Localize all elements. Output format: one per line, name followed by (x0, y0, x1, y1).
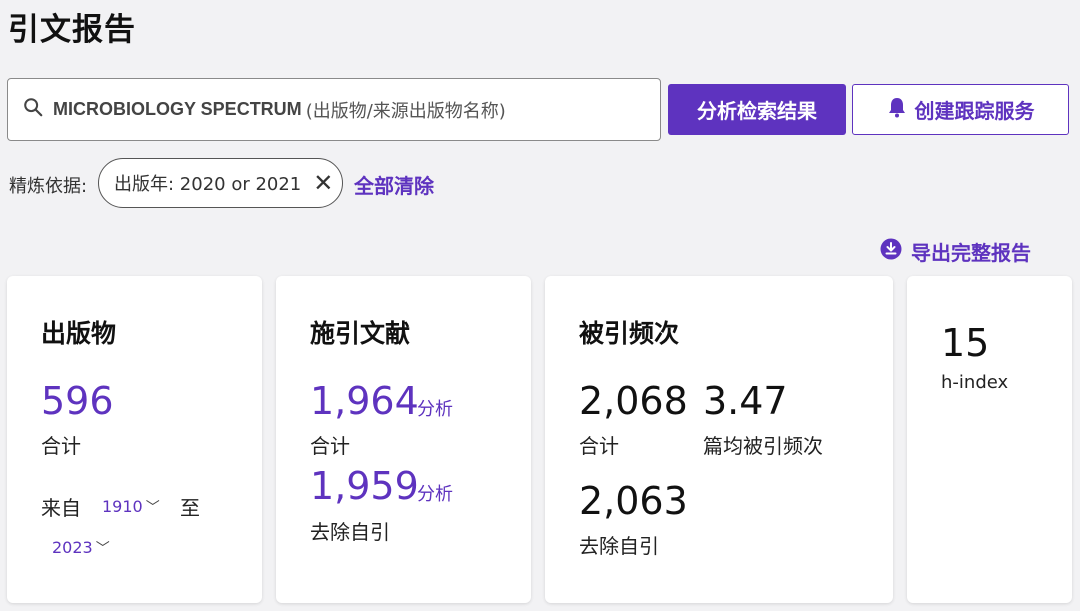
create-alert-label: 创建跟踪服务 (914, 99, 1035, 123)
close-icon[interactable]: ✕ (313, 171, 333, 195)
publications-total-label: 合计 (41, 434, 81, 458)
search-input[interactable]: MICROBIOLOGY SPECTRUM (出版物/来源出版物名称) (7, 78, 661, 141)
times-cited-excl-self-label: 去除自引 (579, 534, 659, 558)
average-citations-label: 篇均被引频次 (703, 434, 823, 458)
publications-total[interactable]: 596 (41, 379, 114, 423)
to-year-value: 2023 (52, 538, 93, 557)
publications-card: 出版物 596 合计 来自 1910 ﹀ 至 2023 ﹀ (7, 276, 262, 603)
bell-icon (887, 96, 915, 123)
times-cited-title: 被引频次 (579, 319, 680, 348)
export-report-label: 导出完整报告 (911, 241, 1031, 265)
create-alert-button[interactable]: 创建跟踪服务 (852, 84, 1069, 135)
h-index-value: 15 (941, 321, 990, 365)
citing-excl-self-label: 去除自引 (310, 520, 390, 544)
clear-all-link[interactable]: 全部清除 (354, 170, 434, 199)
search-query: MICROBIOLOGY SPECTRUM (53, 99, 302, 119)
chevron-down-icon: ﹀ (95, 541, 110, 557)
search-field-hint: (出版物/来源出版物名称) (305, 100, 506, 122)
search-icon (22, 96, 53, 123)
h-index-card: 15 h-index (907, 276, 1072, 603)
citing-articles-card: 施引文献 1,964 分析 合计 1,959 分析 去除自引 (276, 276, 531, 603)
citing-total[interactable]: 1,964 (310, 379, 419, 423)
download-icon (880, 238, 911, 265)
average-citations: 3.47 (703, 379, 788, 423)
from-label: 来自 (41, 496, 81, 520)
from-year-value: 1910 (102, 497, 143, 516)
analyze-citing-excl-link[interactable]: 分析 (417, 480, 453, 506)
publications-title: 出版物 (41, 319, 117, 348)
times-cited-total: 2,068 (579, 379, 688, 423)
chevron-down-icon: ﹀ (145, 500, 160, 516)
analyze-results-button[interactable]: 分析检索结果 (668, 84, 846, 135)
times-cited-card: 被引频次 2,068 合计 3.47 篇均被引频次 2,063 去除自引 (545, 276, 893, 603)
citing-title: 施引文献 (310, 319, 411, 348)
citing-total-label: 合计 (310, 434, 350, 458)
export-report-link[interactable]: 导出完整报告 (880, 237, 1031, 266)
analyze-citing-link[interactable]: 分析 (417, 395, 453, 421)
times-cited-excl-self: 2,063 (579, 479, 688, 523)
citing-excl-self[interactable]: 1,959 (310, 464, 419, 508)
h-index-label: h-index (941, 372, 1009, 393)
to-year-select[interactable]: 2023 ﹀ (52, 538, 110, 558)
times-cited-total-label: 合计 (579, 434, 619, 458)
to-label: 至 (180, 496, 200, 520)
page-title: 引文报告 (8, 12, 136, 48)
filter-chip[interactable]: 出版年: 2020 or 2021 ✕ (98, 158, 343, 208)
refine-label: 精炼依据: (9, 176, 88, 197)
filter-chip-label: 出版年: 2020 or 2021 (114, 174, 302, 195)
from-year-select[interactable]: 1910 ﹀ (102, 497, 160, 517)
